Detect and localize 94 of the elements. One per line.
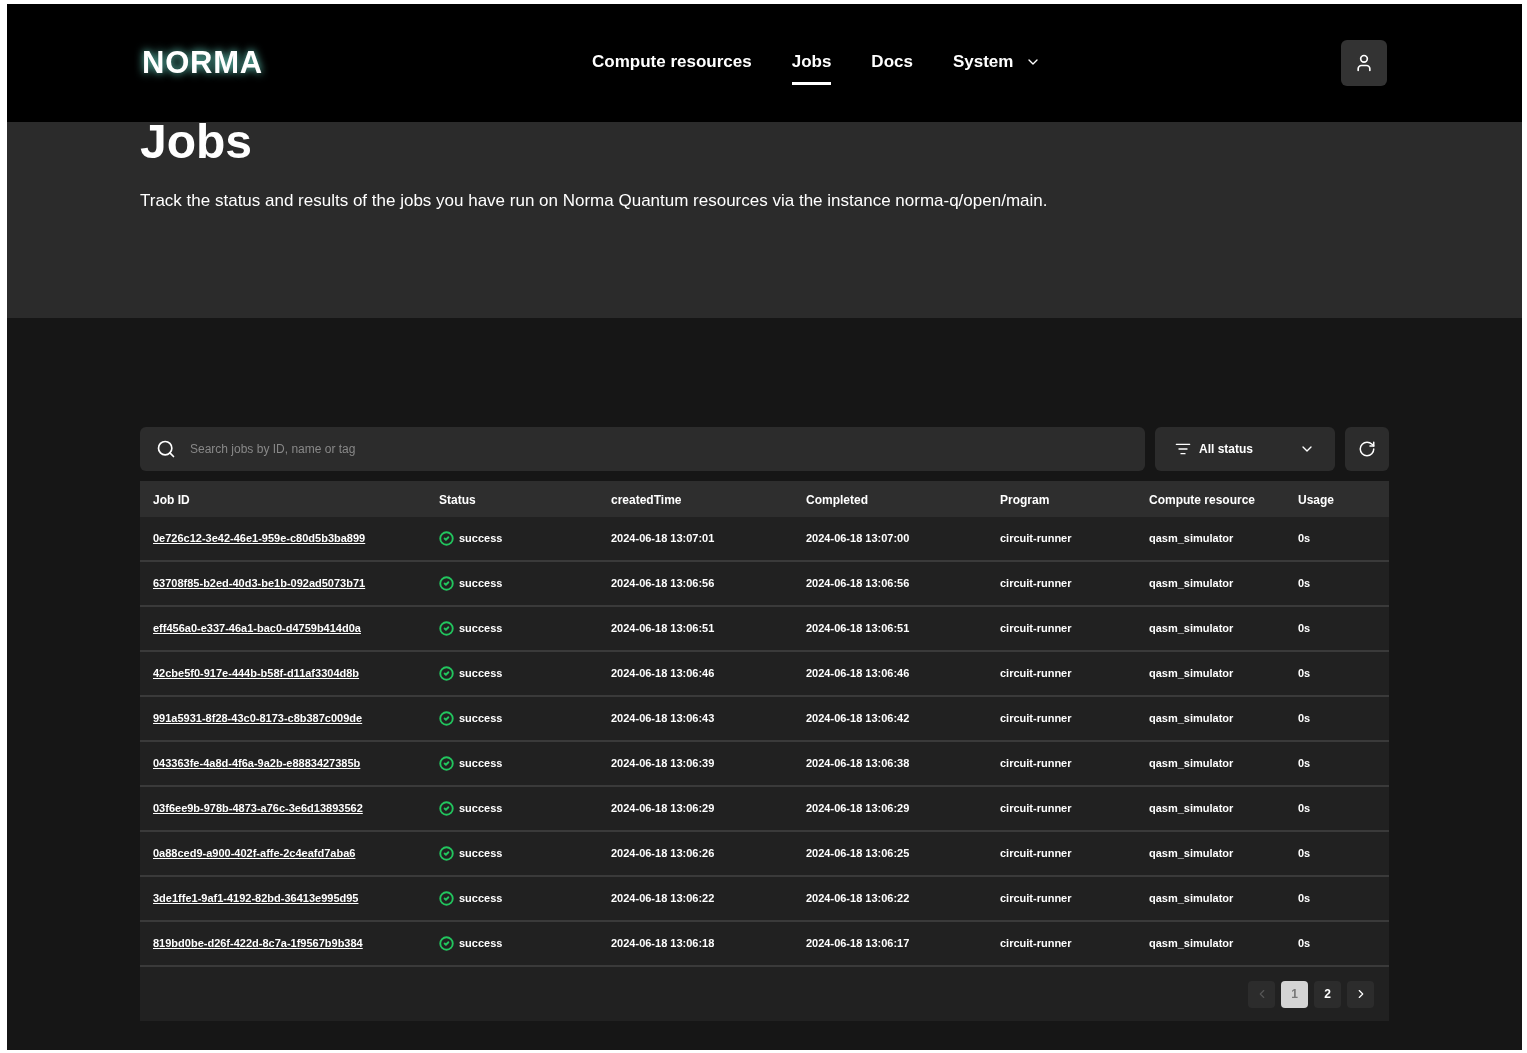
program-name: circuit-runner xyxy=(1000,667,1072,680)
column-header: Usage xyxy=(1298,493,1335,507)
column-header: Compute resource xyxy=(1149,493,1256,507)
nav-link[interactable]: Jobs xyxy=(791,40,832,86)
status-text: success xyxy=(459,531,503,547)
program-name: circuit-runner xyxy=(1000,622,1072,635)
program-name: circuit-runner xyxy=(1000,757,1072,770)
created-time: 2024-06-18 13:06:18 xyxy=(611,937,715,950)
column-header: createdTime xyxy=(611,493,682,507)
compute-resource: qasm_simulator xyxy=(1149,622,1234,635)
status-text: success xyxy=(459,936,503,952)
job-id-link[interactable]: 63708f85-b2ed-40d3-be1b-092ad5073b71 xyxy=(153,577,366,590)
usage-value: 0s xyxy=(1298,757,1311,770)
created-time: 2024-06-18 13:06:26 xyxy=(611,847,715,860)
usage-value: 0s xyxy=(1298,802,1311,815)
program-name: circuit-runner xyxy=(1000,802,1072,815)
page-description: Track the status and results of the jobs you have run on Norma Quantum resources via the instance norma-q/open/main. xyxy=(140,190,1049,212)
column-header: Completed xyxy=(806,493,868,507)
usage-value: 0s xyxy=(1298,892,1311,905)
status-text: success xyxy=(459,666,503,682)
status-text: success xyxy=(459,801,503,817)
program-name: circuit-runner xyxy=(1000,712,1072,725)
completed-time: 2024-06-18 13:06:25 xyxy=(806,847,910,860)
program-name: circuit-runner xyxy=(1000,937,1072,950)
nav-link[interactable]: Compute resources xyxy=(592,40,752,86)
compute-resource: qasm_simulator xyxy=(1149,712,1234,725)
completed-time: 2024-06-18 13:06:42 xyxy=(806,712,910,725)
search-icon xyxy=(156,439,176,459)
compute-resource: qasm_simulator xyxy=(1149,757,1234,770)
created-time: 2024-06-18 13:06:22 xyxy=(611,892,715,905)
compute-resource: qasm_simulator xyxy=(1149,577,1234,590)
status-text: success xyxy=(459,576,503,592)
page-title: Jobs xyxy=(140,118,254,166)
job-id-link[interactable]: 819bd0be-d26f-422d-8c7a-1f9567b9b384 xyxy=(153,937,363,950)
created-time: 2024-06-18 13:06:43 xyxy=(611,712,715,725)
completed-time: 2024-06-18 13:06:51 xyxy=(806,622,910,635)
completed-time: 2024-06-18 13:06:56 xyxy=(806,577,910,590)
job-id-link[interactable]: 3de1ffe1-9af1-4192-82bd-36413e995d95 xyxy=(153,892,359,905)
logo[interactable]: NORMA xyxy=(142,39,442,87)
job-id-link[interactable]: 42cbe5f0-917e-444b-b58f-d11af3304d8b xyxy=(153,667,360,680)
created-time: 2024-06-18 13:06:51 xyxy=(611,622,715,635)
usage-value: 0s xyxy=(1298,712,1311,725)
compute-resource: qasm_simulator xyxy=(1149,532,1234,545)
completed-time: 2024-06-18 13:06:17 xyxy=(806,937,910,950)
job-id-link[interactable]: 043363fe-4a8d-4f6a-9a2b-e8883427385b xyxy=(153,757,361,770)
compute-resource: qasm_simulator xyxy=(1149,937,1234,950)
completed-time: 2024-06-18 13:06:29 xyxy=(806,802,910,815)
created-time: 2024-06-18 13:06:56 xyxy=(611,577,715,590)
search-field[interactable]: Search jobs by ID, name or tag xyxy=(140,427,1145,471)
usage-value: 0s xyxy=(1298,532,1311,545)
nav-link[interactable]: Docs xyxy=(871,40,913,86)
program-name: circuit-runner xyxy=(1000,532,1072,545)
job-id-link[interactable]: 991a5931-8f28-43c0-8173-c8b387c009de xyxy=(153,712,363,725)
status-text: success xyxy=(459,621,503,637)
job-id-link[interactable]: 03f6ee9b-978b-4873-a76c-3e6d13893562 xyxy=(153,802,363,815)
completed-time: 2024-06-18 13:07:00 xyxy=(806,532,910,545)
job-id-link[interactable]: eff456a0-e337-46a1-bac0-d4759b414d0a xyxy=(153,622,361,635)
completed-time: 2024-06-18 13:06:38 xyxy=(806,757,910,770)
completed-time: 2024-06-18 13:06:46 xyxy=(806,667,910,680)
status-text: success xyxy=(459,711,503,727)
created-time: 2024-06-18 13:07:01 xyxy=(611,532,715,545)
usage-value: 0s xyxy=(1298,577,1311,590)
program-name: circuit-runner xyxy=(1000,892,1072,905)
usage-value: 0s xyxy=(1298,667,1311,680)
page-button[interactable]: 2 xyxy=(1314,980,1341,1008)
nav-link[interactable]: System xyxy=(952,40,1042,86)
column-header: Status xyxy=(439,493,476,507)
program-name: circuit-runner xyxy=(1000,577,1072,590)
column-header: Job ID xyxy=(153,493,190,507)
compute-resource: qasm_simulator xyxy=(1149,667,1234,680)
status-filter-dropdown[interactable]: All status xyxy=(1155,427,1335,471)
filter-icon xyxy=(1175,441,1191,457)
column-header: Program xyxy=(1000,493,1050,507)
status-text: success xyxy=(459,846,503,862)
usage-value: 0s xyxy=(1298,622,1311,635)
completed-time: 2024-06-18 13:06:22 xyxy=(806,892,910,905)
user-icon xyxy=(1354,53,1374,73)
compute-resource: qasm_simulator xyxy=(1149,892,1234,905)
usage-value: 0s xyxy=(1298,937,1311,950)
job-id-link[interactable]: 0a88ced9-a900-402f-affe-2c4eafd7aba6 xyxy=(153,847,356,860)
refresh-icon xyxy=(1358,440,1376,458)
status-text: success xyxy=(459,891,503,907)
account-button[interactable] xyxy=(1341,40,1387,86)
compute-resource: qasm_simulator xyxy=(1149,847,1234,860)
usage-value: 0s xyxy=(1298,847,1311,860)
status-text: success xyxy=(459,756,503,772)
program-name: circuit-runner xyxy=(1000,847,1072,860)
created-time: 2024-06-18 13:06:29 xyxy=(611,802,715,815)
compute-resource: qasm_simulator xyxy=(1149,802,1234,815)
created-time: 2024-06-18 13:06:39 xyxy=(611,757,715,770)
created-time: 2024-06-18 13:06:46 xyxy=(611,667,715,680)
next-page-button[interactable] xyxy=(1347,980,1374,1008)
job-id-link[interactable]: 0e726c12-3e42-46e1-959e-c80d5b3ba899 xyxy=(153,532,366,545)
refresh-button[interactable] xyxy=(1345,427,1389,471)
